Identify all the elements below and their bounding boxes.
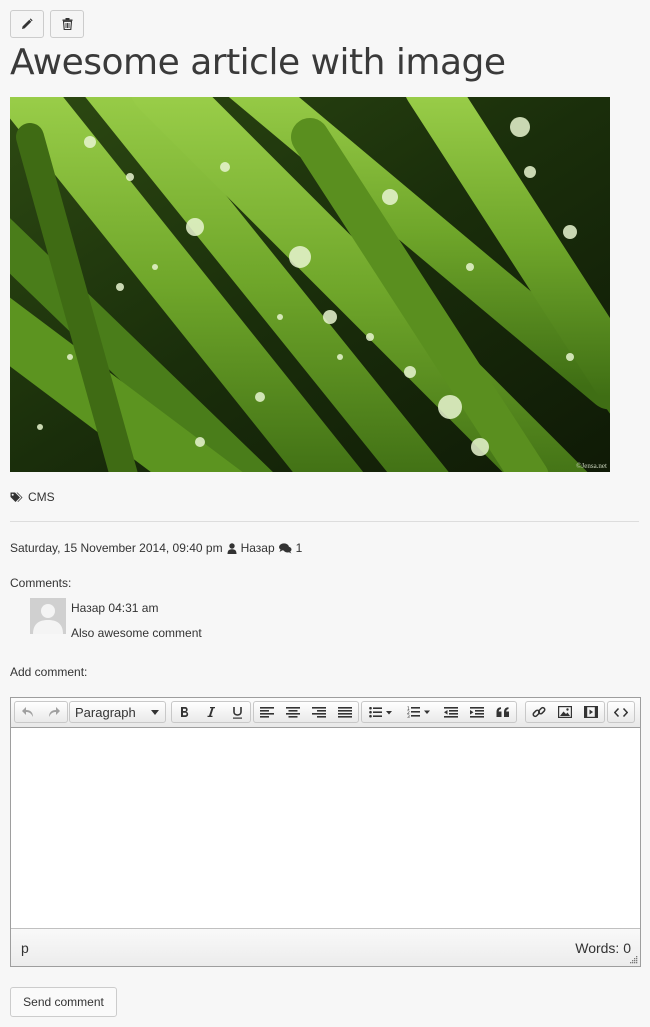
resize-handle-icon[interactable]: [629, 955, 638, 964]
justify-button[interactable]: [332, 702, 358, 722]
tags-icon: [10, 492, 23, 502]
media-button[interactable]: [578, 702, 604, 722]
editor-statusbar: p Words: 0: [11, 928, 640, 966]
default-user-avatar-icon: [30, 598, 66, 634]
comment-header: Назар 04:31 am: [71, 601, 158, 615]
align-center-icon: [286, 706, 300, 718]
trash-icon: [62, 18, 72, 30]
add-comment-heading: Add comment:: [10, 665, 88, 679]
avatar: [30, 598, 66, 634]
numbered-list-button[interactable]: 123: [400, 702, 438, 722]
italic-button[interactable]: [198, 702, 224, 722]
word-count: Words: 0: [575, 940, 631, 956]
bold-icon: [181, 707, 189, 717]
editor-toolbar: Paragraph 1 2 3: [11, 698, 640, 728]
justify-icon: [338, 706, 352, 718]
tag-list: CMS: [10, 490, 55, 504]
align-left-button[interactable]: [254, 702, 280, 722]
comment-text: Also awesome comment: [71, 626, 202, 640]
pencil-icon: [22, 18, 33, 29]
outdent-button[interactable]: [438, 702, 464, 722]
tag-link-cms[interactable]: CMS: [28, 490, 55, 504]
format-select[interactable]: Paragraph: [70, 702, 165, 722]
chevron-down-icon: [151, 709, 159, 715]
undo-button[interactable]: [15, 702, 41, 722]
article-author[interactable]: Назар: [241, 541, 275, 555]
send-comment-button[interactable]: Send comment: [10, 987, 117, 1017]
grass-with-water-drops-photo: ©Jensa.net: [0, 53, 650, 527]
align-right-icon: [312, 706, 326, 718]
history-group: [14, 701, 68, 723]
comment-count: 1: [295, 541, 303, 555]
comment-time: 04:31 am: [108, 601, 159, 615]
article-meta: Saturday, 15 November 2014, 09:40 pm Наз…: [10, 541, 302, 555]
comments-heading: Comments:: [10, 576, 72, 590]
editor-content-area[interactable]: [11, 728, 640, 927]
alignment-group: [253, 701, 359, 723]
redo-icon: [49, 707, 60, 717]
blockquote-icon: [496, 706, 509, 717]
bullet-list-button[interactable]: [362, 702, 400, 722]
divider: [10, 521, 639, 522]
undo-icon: [22, 707, 33, 717]
edit-button[interactable]: [10, 10, 44, 38]
comment-editor: Paragraph 1 2 3 p Words: 0: [10, 697, 641, 967]
text-style-group: [171, 701, 251, 723]
list-indent-group: 123: [361, 701, 517, 723]
format-select-value: Paragraph: [75, 704, 136, 720]
indent-icon: [470, 706, 484, 718]
svg-text:3: 3: [407, 714, 410, 718]
image-watermark: ©Jensa.net: [576, 462, 607, 470]
media-icon: [584, 706, 598, 718]
code-group: [607, 701, 635, 723]
bullet-list-icon: [369, 706, 392, 717]
image-button[interactable]: [552, 702, 578, 722]
source-code-button[interactable]: [608, 702, 634, 722]
comments-icon: [278, 542, 292, 553]
image-icon: [558, 706, 572, 718]
align-left-icon: [260, 706, 274, 718]
italic-icon: [207, 707, 215, 717]
format-select-group: Paragraph: [69, 701, 166, 723]
blockquote-button[interactable]: [490, 702, 516, 722]
align-right-button[interactable]: [306, 702, 332, 722]
link-icon: [532, 706, 546, 718]
link-button[interactable]: [526, 702, 552, 722]
redo-button[interactable]: [41, 702, 67, 722]
outdent-icon: [444, 706, 458, 718]
element-path[interactable]: p: [21, 940, 29, 956]
code-icon: [614, 707, 628, 717]
indent-button[interactable]: [464, 702, 490, 722]
comment-author: Назар: [71, 601, 106, 615]
underline-button[interactable]: [224, 702, 250, 722]
bold-button[interactable]: [172, 702, 198, 722]
article-title: Awesome article with image: [10, 42, 506, 83]
underline-icon: [232, 706, 242, 719]
numbered-list-icon: 123: [407, 706, 430, 718]
delete-button[interactable]: [50, 10, 84, 38]
article-actions: [10, 10, 84, 38]
user-icon: [227, 542, 237, 554]
align-center-button[interactable]: [280, 702, 306, 722]
article-date: Saturday, 15 November 2014, 09:40 pm: [10, 541, 223, 555]
article-image: ©Jensa.net: [0, 53, 650, 527]
insert-group: [525, 701, 605, 723]
